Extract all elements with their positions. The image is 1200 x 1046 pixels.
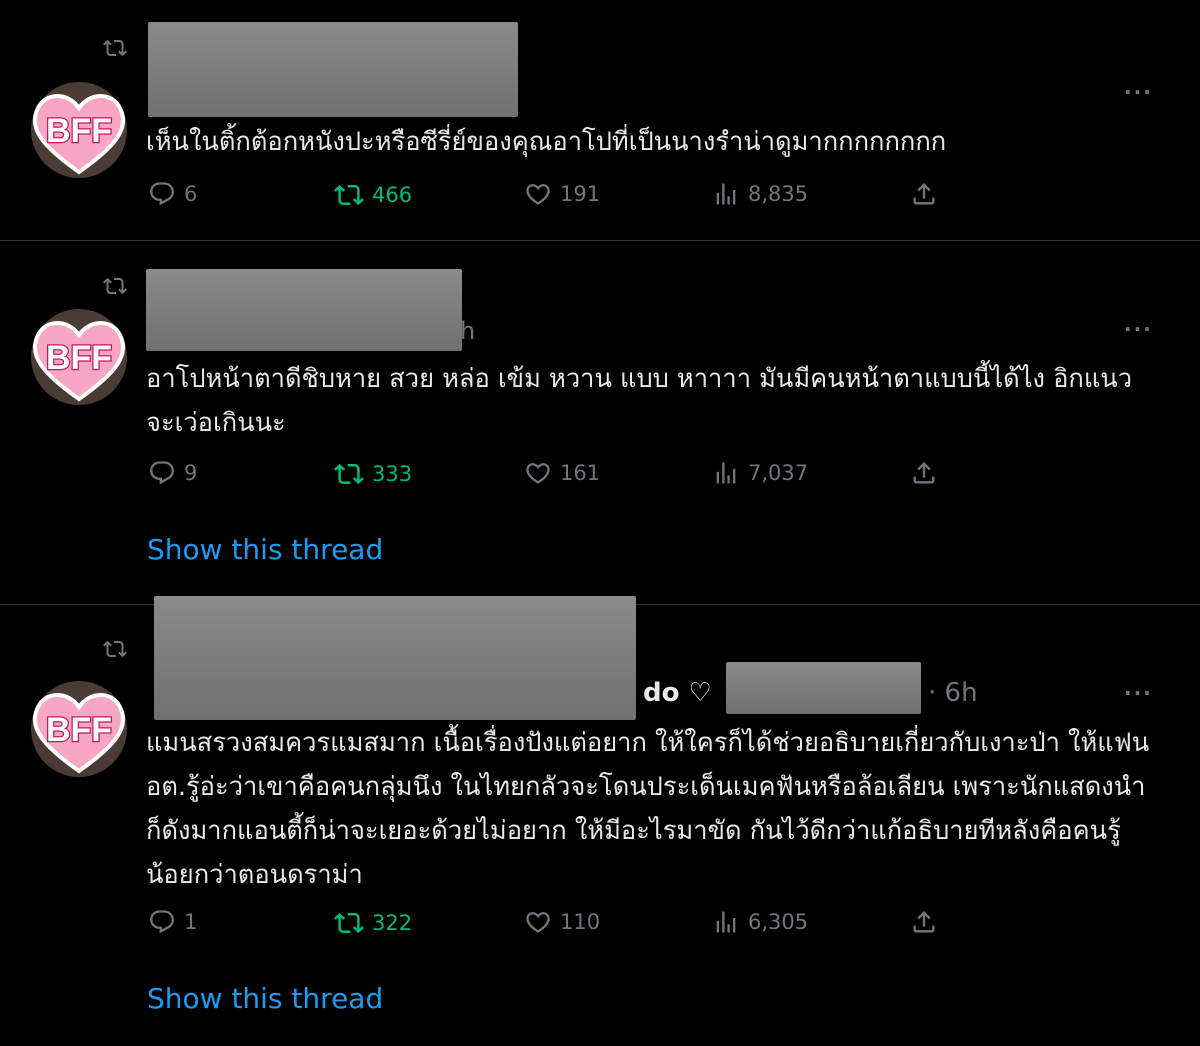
share-button[interactable] (910, 180, 938, 208)
share-icon (913, 183, 935, 205)
retweet-button[interactable]: 322 (334, 908, 412, 938)
views-icon (716, 462, 736, 484)
tweet-text: แมนสรวงสมควรแมสมาก เนื้อเรื่องปังแต่อยาก… (146, 728, 1150, 890)
like-count: 191 (560, 182, 601, 206)
avatar[interactable]: BFF (24, 307, 134, 407)
more-icon[interactable]: ··· (1124, 681, 1153, 705)
like-button[interactable]: 161 (524, 459, 600, 487)
retweet-icon (334, 912, 364, 934)
show-thread-link[interactable]: Show this thread (147, 982, 383, 1015)
retweet-indicator-icon (102, 274, 128, 303)
like-button[interactable]: 191 (524, 180, 600, 208)
reply-count: 9 (184, 461, 198, 485)
retweet-button[interactable]: 333 (334, 459, 412, 489)
retweet-count: 333 (372, 462, 413, 486)
action-bar: 6 466 191 8,835 (146, 180, 946, 212)
action-bar: 9 333 161 7,037 (146, 459, 946, 491)
more-icon[interactable]: ··· (1124, 80, 1153, 104)
redacted-handle-block (726, 662, 921, 714)
reply-count: 1 (184, 910, 198, 934)
more-icon[interactable]: ··· (1124, 317, 1153, 341)
like-button[interactable]: 110 (524, 908, 600, 936)
retweet-count: 322 (372, 911, 413, 935)
show-thread-link[interactable]: Show this thread (147, 533, 383, 566)
reply-icon (150, 910, 174, 934)
views-count: 7,037 (748, 461, 809, 485)
like-icon (526, 463, 550, 484)
views-button[interactable]: 7,037 (712, 459, 808, 487)
like-icon (526, 184, 550, 205)
reply-button[interactable]: 1 (148, 908, 197, 936)
tweet-2[interactable]: h BFF ··· อาโปหน้าตาดีชิบหาย สวย หล่อ เข… (0, 241, 1200, 605)
tweet-text: เห็นในติ้กต้อกหนังปะหรือซีรี่ย์ของคุณอาโ… (146, 127, 947, 157)
share-icon (913, 911, 935, 933)
avatar-label: BFF (46, 711, 112, 749)
retweet-indicator-icon (102, 36, 128, 65)
retweet-count: 466 (372, 183, 413, 207)
views-button[interactable]: 6,305 (712, 908, 808, 936)
views-count: 8,835 (748, 182, 809, 206)
reply-button[interactable]: 6 (148, 180, 197, 208)
avatar-label: BFF (46, 339, 112, 377)
like-count: 110 (560, 910, 601, 934)
views-count: 6,305 (748, 910, 809, 934)
avatar[interactable]: BFF (24, 80, 134, 180)
redacted-name-block (148, 22, 518, 117)
retweet-button[interactable]: 466 (334, 180, 412, 210)
like-count: 161 (560, 461, 601, 485)
views-icon (716, 183, 736, 205)
share-button[interactable] (910, 459, 938, 487)
retweet-indicator-icon (102, 637, 128, 666)
tweet-1[interactable]: BFF ··· เห็นในติ้กต้อกหนังปะหรือซีรี่ย์ข… (0, 0, 1200, 240)
reply-icon (150, 461, 174, 485)
tweet-text: อาโปหน้าตาดีชิบหาย สวย หล่อ เข้ม หวาน แบ… (146, 364, 1133, 438)
reply-count: 6 (184, 182, 198, 206)
action-bar: 1 322 110 6,305 (146, 908, 946, 940)
tweet-3[interactable]: do ♡ · 6h BFF ··· แมนสรวงสมควรแมสมาก เนื… (0, 596, 1200, 1046)
like-icon (526, 912, 550, 933)
share-icon (913, 462, 935, 484)
retweet-icon (334, 463, 364, 485)
redacted-name-block (146, 269, 462, 351)
views-icon (716, 911, 736, 933)
reply-button[interactable]: 9 (148, 459, 197, 487)
timestamp[interactable]: · 6h (928, 678, 978, 708)
reply-icon (150, 182, 174, 206)
avatar[interactable]: BFF (24, 679, 134, 779)
views-button[interactable]: 8,835 (712, 180, 808, 208)
share-button[interactable] (910, 908, 938, 936)
redacted-name-block (154, 596, 636, 720)
username-residue: h (460, 317, 476, 345)
display-name-tail: do ♡ (643, 678, 712, 708)
retweet-icon (334, 184, 364, 206)
avatar-label: BFF (46, 112, 112, 150)
